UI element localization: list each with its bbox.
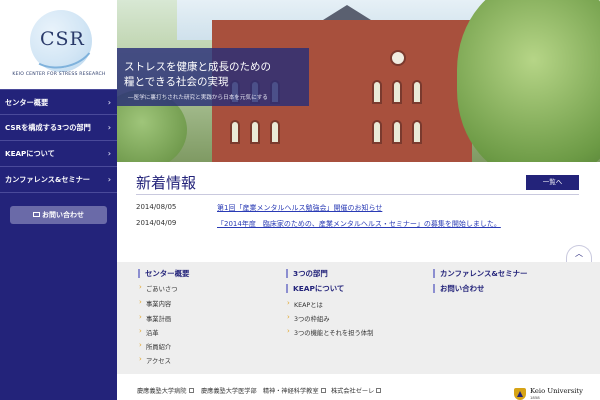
hero-subtitle: ―医学に裏打ちされた研究と実践から日本を元気にする xyxy=(128,95,268,101)
sitemap-link[interactable]: 3つの枠組み xyxy=(286,313,330,323)
news-link[interactable]: 第1回「産業メンタルヘルス勉強会」開催のお知らせ xyxy=(217,203,382,213)
chevron-right-icon: › xyxy=(107,123,111,132)
sidebar: CSR KEIO CENTER FOR STRESS RESEARCH センター… xyxy=(0,0,117,400)
sidebar-item-divisions[interactable]: CSRを構成する3つの部門 › xyxy=(0,115,117,141)
building-window xyxy=(392,80,402,104)
footer-link[interactable]: 慶應義塾大学医学部 精神・神経科学教室 xyxy=(201,386,326,395)
logo-mark: CSR xyxy=(40,28,85,50)
sidebar-item-label: センター概要 xyxy=(5,98,49,107)
sidebar-item-label: カンファレンス&セミナー xyxy=(5,175,90,184)
external-link-icon xyxy=(376,388,382,393)
sitemap-heading-center[interactable]: センター概要 xyxy=(138,269,189,278)
building-window xyxy=(270,120,280,144)
footer-link-label: 慶應義塾大学病院 xyxy=(137,388,187,395)
chevron-right-icon: › xyxy=(107,98,111,107)
chevron-right-icon: › xyxy=(107,175,111,184)
footer-links: 慶應義塾大学病院 慶應義塾大学医学部 精神・神経科学教室 株式会社ゼーレ xyxy=(117,374,600,400)
building-window xyxy=(372,80,382,104)
chevron-right-icon: › xyxy=(107,149,111,158)
sidebar-item-keap[interactable]: KEAPについて › xyxy=(0,141,117,167)
logo-subtitle: KEIO CENTER FOR STRESS RESEARCH xyxy=(12,72,106,77)
sitemap-heading-conference[interactable]: カンファレンス&セミナー xyxy=(433,269,527,278)
sitemap-link[interactable]: アクセス xyxy=(138,355,171,365)
university-founded: 1858 xyxy=(530,395,540,400)
logo[interactable]: CSR KEIO CENTER FOR STRESS RESEARCH xyxy=(0,0,117,89)
footer-sitemap: センター概要 ごあいさつ 事業内容 事業計画 沿革 所員紹介 アクセス 3つの部… xyxy=(117,262,600,374)
sitemap-link[interactable]: 事業計画 xyxy=(138,313,171,323)
contact-button-label: お問い合わせ xyxy=(42,211,84,219)
keio-logo-pen xyxy=(517,391,523,397)
news-date: 2014/04/09 xyxy=(136,219,177,227)
hero-title: ストレスを健康と成長のための xyxy=(124,61,271,73)
sitemap-link[interactable]: 所員紹介 xyxy=(138,341,171,351)
sidebar-item-center-overview[interactable]: センター概要 › xyxy=(0,89,117,115)
hero-tree xyxy=(457,0,600,162)
footer-link-label: 慶應義塾大学医学部 精神・神経科学教室 xyxy=(201,388,319,395)
sitemap-link[interactable]: 3つの機能とそれを担う体制 xyxy=(286,327,373,337)
sidebar-item-conference[interactable]: カンファレンス&セミナー › xyxy=(0,167,117,193)
university-name[interactable]: Keio University xyxy=(530,387,583,395)
contact-button[interactable]: お問い合わせ xyxy=(10,206,107,224)
chevron-up-icon: ︿ xyxy=(575,249,583,258)
news-divider xyxy=(136,194,579,195)
sitemap-heading-contact[interactable]: お問い合わせ xyxy=(433,284,484,293)
hero-image: ストレスを健康と成長のための 糧とできる社会の実現 ―医学に裏打ちされた研究と実… xyxy=(117,0,600,162)
hero-title-line2: 糧とできる社会の実現 xyxy=(124,76,229,88)
news-date: 2014/08/05 xyxy=(136,203,177,211)
sitemap-link[interactable]: 事業内容 xyxy=(138,298,171,308)
keio-logo-icon[interactable] xyxy=(514,388,526,400)
building-window xyxy=(250,120,260,144)
news-more-button[interactable]: 一覧へ xyxy=(526,175,579,190)
external-link-icon xyxy=(188,388,194,393)
sitemap-link[interactable]: KEAPとは xyxy=(286,299,323,309)
footer-link[interactable]: 株式会社ゼーレ xyxy=(331,386,382,395)
hero-caption: ストレスを健康と成長のための 糧とできる社会の実現 ―医学に裏打ちされた研究と実… xyxy=(117,48,309,106)
building-window xyxy=(412,80,422,104)
building-window xyxy=(230,120,240,144)
clock-icon xyxy=(390,50,406,66)
mail-icon xyxy=(33,211,40,217)
sitemap-heading-divisions[interactable]: 3つの部門 xyxy=(286,269,328,278)
back-to-top-button[interactable]: ︿ xyxy=(566,245,592,263)
sitemap-heading-keap[interactable]: KEAPについて xyxy=(286,284,344,293)
building-window xyxy=(412,120,422,144)
footer-link[interactable]: 慶應義塾大学病院 xyxy=(137,386,194,395)
sidebar-item-label: KEAPについて xyxy=(5,149,55,158)
sitemap-link[interactable]: 沿革 xyxy=(138,327,159,337)
footer-link-label: 株式会社ゼーレ xyxy=(331,388,375,395)
sitemap-link[interactable]: ごあいさつ xyxy=(138,283,177,293)
building-window xyxy=(392,120,402,144)
building-window xyxy=(372,120,382,144)
sidebar-item-label: CSRを構成する3つの部門 xyxy=(5,123,91,132)
news-link[interactable]: 「2014年度 臨床家のための、産業メンタルヘルス・セミナー」の募集を開始しまし… xyxy=(217,219,501,229)
external-link-icon xyxy=(320,388,326,393)
news-heading: 新着情報 xyxy=(136,174,197,192)
